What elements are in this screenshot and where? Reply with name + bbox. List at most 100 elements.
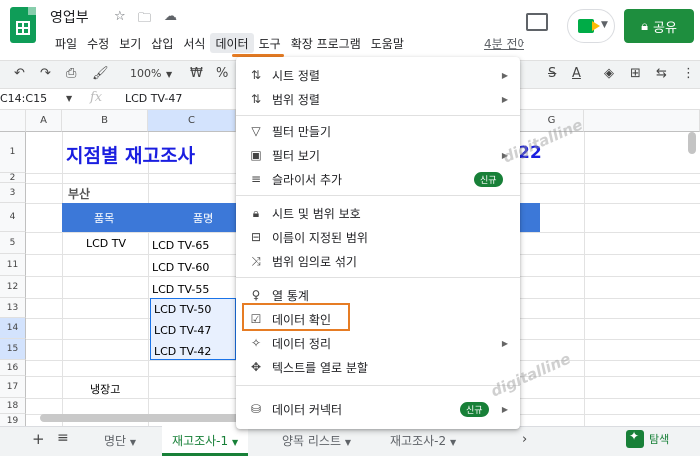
row-header-5[interactable]: 5 [0,232,26,254]
strikethrough-icon[interactable]: S [548,66,556,81]
share-label: 공유 [653,20,677,36]
menu-edit[interactable]: 수정 [82,33,114,53]
formula-input[interactable]: LCD TV-47 [125,92,182,105]
column-header-c[interactable]: C [148,110,236,132]
product-cell[interactable]: LCD TV-65 [152,239,209,252]
sheet-tab[interactable]: 명단 ▼ [104,432,136,449]
split-icon: ✥ [250,360,262,374]
move-folder-icon[interactable]: 🗀 [138,9,151,31]
item-cell-lcd[interactable]: LCD TV [86,237,126,250]
new-badge: 신규 [474,171,503,187]
menu-item-split-text[interactable]: ✥ 텍스트를 열로 분할 [236,355,520,379]
header-name-cell[interactable]: 품명 [193,210,213,226]
comment-icon[interactable] [526,13,548,31]
sheets-logo-icon[interactable] [10,7,36,43]
slicer-icon: ≡ [250,172,262,186]
borders-icon[interactable]: ⊞ [630,66,641,81]
explore-button[interactable]: 탐색 [626,429,669,448]
lock-icon: 🔒︎ [252,205,260,220]
row-header-15[interactable]: 15 [0,339,26,360]
menu-view[interactable]: 보기 [114,33,146,53]
product-cell[interactable]: LCD TV-47 [154,324,211,337]
menu-item-add-slicer[interactable]: ≡ 슬라이서 추가 신규 [236,167,520,191]
sheet-tab[interactable]: 양목 리스트 ▼ [282,432,351,449]
select-all-corner[interactable] [0,110,26,132]
menu-item-filter-views[interactable]: ▣ 필터 보기 ▶ [236,143,520,167]
sheet-tab-active[interactable]: 재고조사-1 ▼ [162,426,249,456]
menu-extensions[interactable]: 확장 프로그램 [286,33,366,53]
row-header-18[interactable]: 18 [0,398,26,414]
sort-icon: ⇅ [250,68,262,82]
fill-color-icon[interactable]: ◈ [604,66,614,81]
redo-icon[interactable]: ↷ [40,66,51,81]
document-title[interactable]: 영업부 [50,7,89,27]
submenu-arrow-icon: ▶ [501,338,508,348]
merge-cells-icon[interactable]: ⇆ [656,66,667,81]
vertical-scrollbar[interactable] [688,132,696,154]
product-cell[interactable]: LCD TV-50 [154,303,211,316]
menu-file[interactable]: 파일 [50,33,82,53]
add-sheet-icon[interactable]: + [32,430,45,448]
menu-separator [236,115,520,116]
scroll-tabs-icon[interactable]: › [522,432,527,447]
grid-line [148,132,149,428]
menu-item-protect-sheets[interactable]: 🔒︎ 시트 및 범위 보호 [236,201,520,225]
menu-item-named-ranges[interactable]: ⊟ 이름이 지정된 범위 [236,225,520,249]
zoom-select[interactable]: 100% [130,67,161,80]
share-button[interactable]: 🔒︎ 공유 [624,9,694,43]
column-header-h[interactable] [584,110,700,132]
menu-item-randomize-range[interactable]: ⤨ 범위 임의로 섞기 [236,249,520,273]
data-menu-dropdown: ⇅ 시트 정렬 ▶ ⇅ 범위 정렬 ▶ ▽ 필터 만들기 ▣ 필터 보기 ▶ ≡… [236,57,520,429]
menu-separator [236,277,520,278]
print-icon[interactable]: ⎙ [66,66,76,81]
row-header-11[interactable]: 11 [0,254,26,276]
menu-insert[interactable]: 삽입 [146,33,178,53]
currency-format-button[interactable]: ₩ [190,66,203,81]
row-header-12[interactable]: 12 [0,276,26,298]
menu-item-sort-sheet[interactable]: ⇅ 시트 정렬 ▶ [236,63,520,87]
row-header-2[interactable]: 2 [0,173,26,183]
menu-item-data-connectors[interactable]: ⛁ 데이터 커넥터 신규 ▶ [236,397,520,421]
percent-format-button[interactable]: % [216,66,228,81]
row-header-4[interactable]: 4 [0,203,26,232]
sheet-tab[interactable]: 재고조사-2 ▼ [390,432,456,449]
star-icon[interactable]: ☆ [114,9,126,24]
menu-item-create-filter[interactable]: ▽ 필터 만들기 [236,119,520,143]
branch-cell[interactable]: 부산 [68,185,90,202]
header-item-cell[interactable]: 품목 [94,210,114,226]
product-cell[interactable]: LCD TV-42 [154,345,211,358]
bulb-icon: ♀ [251,288,261,302]
row-header-16[interactable]: 16 [0,360,26,376]
grid-line [62,132,63,428]
column-header-b[interactable]: B [62,110,148,132]
cloud-status-icon[interactable]: ☁ [164,9,177,24]
product-cell[interactable]: LCD TV-60 [152,261,209,274]
item-cell-fridge[interactable]: 냉장고 [90,381,120,397]
more-icon[interactable]: ⋮ [682,66,695,81]
all-sheets-icon[interactable]: ≡ [57,430,69,446]
paint-format-icon[interactable]: 🖌︎ [92,66,109,81]
row-header-14[interactable]: 14 [0,318,26,339]
row-header-3[interactable]: 3 [0,183,26,203]
new-badge: 신규 [460,401,489,417]
column-header-a[interactable]: A [26,110,62,132]
row-header-13[interactable]: 13 [0,298,26,318]
sheet-title-cell[interactable]: 지점별 재고조사 [66,141,195,168]
menu-item-sort-range[interactable]: ⇅ 범위 정렬 ▶ [236,87,520,111]
menu-format[interactable]: 서식 [178,33,210,53]
product-cell[interactable]: LCD TV-55 [152,283,209,296]
table-header-row-right [520,203,540,232]
zoom-chevron-icon[interactable]: ▼ [166,70,172,79]
menu-help[interactable]: 도움말 [366,33,409,53]
row-header-17[interactable]: 17 [0,376,26,398]
menu-data[interactable]: 데이터 [210,33,254,53]
menu-tools[interactable]: 도구 [254,33,286,53]
undo-icon[interactable]: ↶ [14,66,25,81]
name-box-chevron-icon[interactable]: ▼ [66,94,72,103]
text-color-icon[interactable]: A [572,66,581,81]
menu-item-data-cleanup[interactable]: ✧ 데이터 정리 ▶ [236,331,520,355]
row-header-1[interactable]: 1 [0,132,26,173]
name-box[interactable]: C14:C15 [0,92,47,105]
last-edit-link[interactable]: 4분 전에 [484,35,524,52]
meet-button[interactable]: ▼ [567,9,615,43]
